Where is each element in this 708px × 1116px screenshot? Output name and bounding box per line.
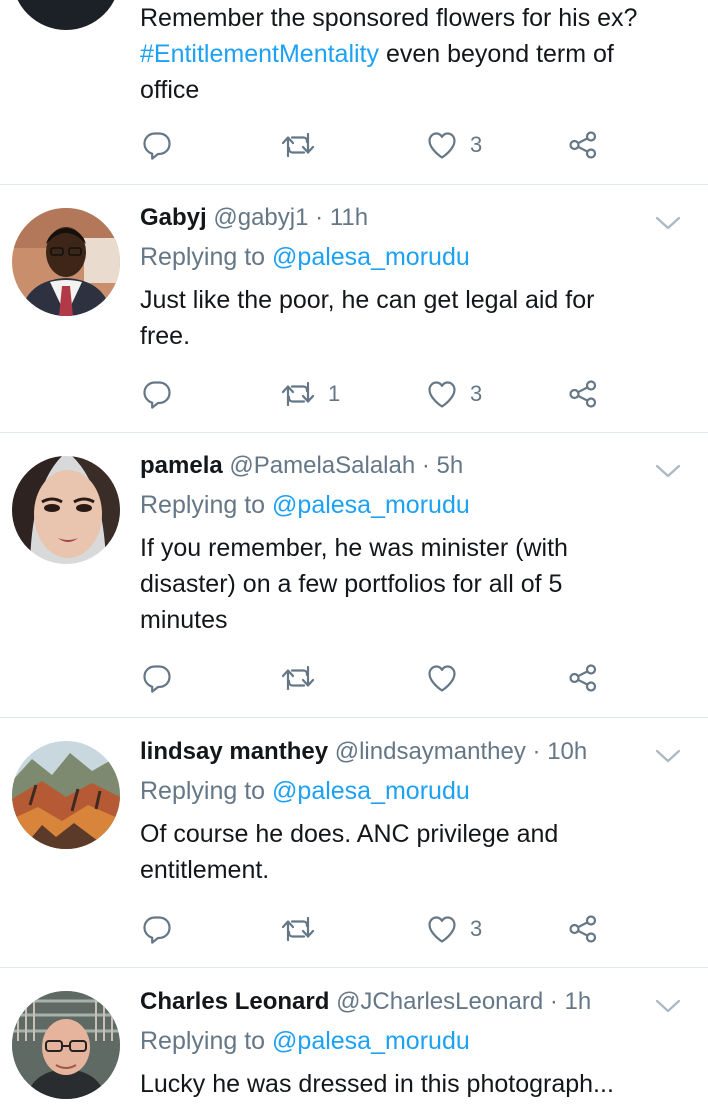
avatar[interactable]	[12, 456, 120, 564]
avatar[interactable]	[12, 208, 120, 316]
avatar-image	[12, 991, 120, 1099]
like-button[interactable]: 3	[426, 125, 482, 165]
tweet-text: Remember the sponsored flowers for his e…	[140, 4, 638, 104]
tweet-actions: 3	[0, 909, 708, 949]
like-button[interactable]: 3	[426, 909, 482, 949]
display-name[interactable]: Gabyj	[140, 204, 207, 231]
like-count: 3	[470, 916, 483, 941]
retweet-button[interactable]	[280, 909, 328, 949]
retweet-icon	[280, 913, 316, 945]
user-handle[interactable]: @PamelaSalalah	[229, 452, 415, 479]
replying-to-link[interactable]: @palesa_morudu	[272, 777, 470, 805]
avatar[interactable]	[12, 0, 120, 30]
separator-dot: ·	[549, 988, 558, 1015]
tweet[interactable]: pamela @PamelaSalalah · 5h Replying to @…	[0, 432, 708, 718]
tweet-text: Just like the poor, he can get legal aid…	[140, 286, 595, 350]
tweet-actions	[0, 658, 708, 698]
reply-button[interactable]	[141, 125, 173, 165]
display-name[interactable]: lindsay manthey	[140, 738, 328, 765]
reply-button[interactable]	[141, 658, 173, 698]
like-icon	[426, 913, 458, 945]
avatar[interactable]	[12, 991, 120, 1099]
tweet[interactable]: lindsay manthey @lindsaymanthey · 10h Re…	[0, 717, 708, 968]
replying-to-link[interactable]: @palesa_morudu	[272, 243, 470, 271]
avatar[interactable]	[12, 741, 120, 849]
tweet-actions: 3	[0, 125, 708, 165]
separator-dot: ·	[532, 738, 541, 765]
reply-icon	[141, 913, 173, 945]
user-handle[interactable]: @JCharlesLeonard	[336, 988, 543, 1015]
timestamp[interactable]: 10h	[547, 738, 587, 765]
like-icon	[426, 129, 458, 161]
replying-to: Replying to @palesa_morudu	[140, 1027, 470, 1055]
chevron-down-icon[interactable]	[654, 747, 682, 765]
share-icon	[567, 913, 599, 945]
replying-to: Replying to @palesa_morudu	[140, 777, 470, 805]
user-handle[interactable]: @lindsaymanthey	[335, 738, 526, 765]
reply-button[interactable]	[141, 909, 173, 949]
reply-icon	[141, 129, 173, 161]
tweet-header: Charles Leonard @JCharlesLeonard · 1h	[140, 987, 591, 1017]
tweet-text: Of course he does. ANC privilege and ent…	[140, 820, 559, 884]
tweet[interactable]: Charles Leonard @JCharlesLeonard · 1h Re…	[0, 967, 708, 1116]
replying-to-link[interactable]: @palesa_morudu	[272, 491, 470, 519]
retweet-count: 1	[328, 381, 341, 406]
tweet-header: lindsay manthey @lindsaymanthey · 10h	[140, 737, 587, 767]
avatar-image	[12, 456, 120, 564]
replying-to: Replying to @palesa_morudu	[140, 243, 470, 271]
tweet-header: Gabyj @gabyj1 · 11h	[140, 203, 368, 233]
share-icon	[567, 129, 599, 161]
user-handle[interactable]: @gabyj1	[213, 204, 308, 231]
share-icon	[567, 378, 599, 410]
retweet-icon	[280, 378, 316, 410]
like-button[interactable]: 3	[426, 374, 482, 414]
reply-icon	[141, 378, 173, 410]
like-icon	[426, 662, 458, 694]
share-button[interactable]	[567, 658, 599, 698]
tweet-actions: 1 3	[0, 374, 708, 414]
share-icon	[567, 662, 599, 694]
tweet[interactable]: Remember the sponsored flowers for his e…	[0, 0, 708, 185]
like-icon	[426, 378, 458, 410]
share-button[interactable]	[567, 125, 599, 165]
chevron-down-icon[interactable]	[654, 462, 682, 480]
chevron-down-icon[interactable]	[654, 214, 682, 232]
tweet-header: pamela @PamelaSalalah · 5h	[140, 451, 463, 481]
retweet-icon	[280, 662, 316, 694]
tweet-text: If you remember, he was minister (with d…	[140, 534, 568, 634]
like-count: 3	[470, 381, 483, 406]
avatar-image	[12, 208, 120, 316]
timestamp[interactable]: 1h	[565, 988, 592, 1015]
timestamp[interactable]: 11h	[330, 204, 368, 231]
chevron-down-icon[interactable]	[654, 997, 682, 1015]
retweet-icon	[280, 129, 316, 161]
replying-to-link[interactable]: @palesa_morudu	[272, 1027, 470, 1055]
share-button[interactable]	[567, 374, 599, 414]
reply-icon	[141, 662, 173, 694]
share-button[interactable]	[567, 909, 599, 949]
retweet-button[interactable]	[280, 125, 328, 165]
like-button[interactable]	[426, 658, 470, 698]
tweet[interactable]: Gabyj @gabyj1 · 11h Replying to @palesa_…	[0, 184, 708, 433]
display-name[interactable]: pamela	[140, 452, 223, 479]
timestamp[interactable]: 5h	[437, 452, 464, 479]
hashtag-link[interactable]: #EntitlementMentality	[140, 40, 379, 68]
separator-dot: ·	[421, 452, 430, 479]
tweet-text: Lucky he was dressed in this photograph.…	[140, 1070, 614, 1098]
retweet-button[interactable]	[280, 658, 328, 698]
avatar-image	[12, 741, 120, 849]
like-count: 3	[470, 132, 483, 157]
reply-button[interactable]	[141, 374, 173, 414]
retweet-button[interactable]: 1	[280, 374, 340, 414]
display-name[interactable]: Charles Leonard	[140, 988, 329, 1015]
replying-to: Replying to @palesa_morudu	[140, 491, 470, 519]
separator-dot: ·	[315, 204, 324, 231]
